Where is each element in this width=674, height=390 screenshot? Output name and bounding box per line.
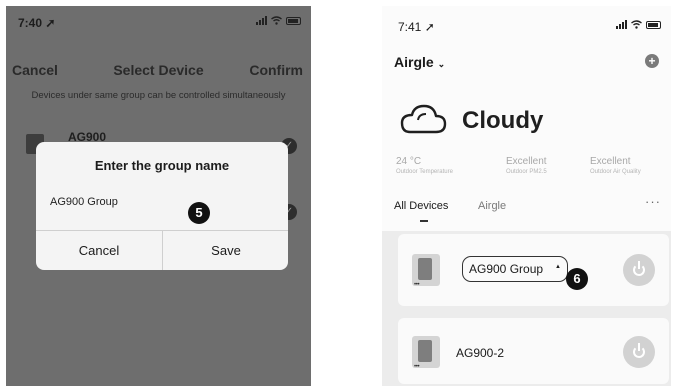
- navigation-arrow-icon: ➚: [424, 20, 435, 34]
- device-name-highlight: AG900 Group ▲: [462, 256, 568, 282]
- navigation-arrow-icon: ➚: [45, 16, 56, 30]
- dialog-title: Enter the group name: [94, 158, 230, 173]
- dropdown-chevron-icon: ⌄: [437, 59, 446, 69]
- power-icon[interactable]: [623, 336, 655, 368]
- air-purifier-icon: [412, 254, 440, 288]
- nav-bar: Cancel Select Device Confirm: [6, 56, 311, 84]
- add-icon[interactable]: +: [645, 54, 659, 68]
- wifi-icon: [631, 20, 642, 29]
- metric-temperature: 24 °C Outdoor Temperature: [396, 156, 453, 175]
- weather-condition: Cloudy: [462, 107, 544, 134]
- cellular-signal-icon: [256, 16, 267, 25]
- battery-icon: [286, 17, 301, 25]
- metric-label: Outdoor Temperature: [396, 169, 453, 175]
- cellular-signal-icon: [616, 20, 627, 29]
- status-bar: 7:40 ➚: [6, 6, 311, 34]
- dialog-save-button[interactable]: Save: [163, 231, 289, 270]
- tab-airgle[interactable]: Airgle: [478, 200, 506, 212]
- status-bar: 7:41 ➚: [382, 6, 671, 34]
- metric-label: Outdoor PM2.5: [506, 169, 547, 175]
- metric-pm25: Excellent Outdoor PM2.5: [506, 156, 547, 175]
- metric-air-quality: Excellent Outdoor Air Quality: [590, 156, 641, 175]
- wifi-icon: [271, 16, 282, 25]
- battery-icon: [646, 21, 661, 29]
- metric-label: Outdoor Air Quality: [590, 169, 641, 175]
- dialog-cancel-button[interactable]: Cancel: [36, 231, 162, 270]
- tab-all-devices[interactable]: All Devices: [394, 200, 448, 222]
- status-time: 7:41 ➚: [398, 20, 435, 34]
- device-card[interactable]: AG900-2: [398, 318, 669, 384]
- left-phone-screen: 7:40 ➚ Cancel Select Device Confirm Devi…: [6, 6, 311, 386]
- group-name-input[interactable]: [46, 190, 278, 214]
- status-time: 7:40 ➚: [18, 16, 56, 30]
- device-name: AG900 Group: [469, 262, 544, 276]
- air-purifier-icon: [412, 336, 440, 370]
- confirm-button[interactable]: Confirm: [249, 62, 303, 78]
- device-card[interactable]: AG900 Group ▲ 6: [398, 234, 669, 306]
- metric-value: Excellent: [590, 156, 631, 167]
- home-selector[interactable]: Airgle ⌄: [394, 54, 445, 70]
- power-icon[interactable]: [623, 254, 655, 286]
- step-marker-5: 5: [188, 202, 210, 224]
- right-phone-screen: 7:41 ➚ Airgle ⌄ + Cloudy 24 °C Outdoor T…: [382, 6, 671, 386]
- device-name: AG900-2: [456, 346, 505, 360]
- step-marker-6: 6: [566, 268, 588, 290]
- group-hint-text: Devices under same group can be controll…: [31, 90, 286, 101]
- more-icon[interactable]: ···: [645, 194, 661, 209]
- dropdown-chevron-icon: ▲: [555, 264, 561, 270]
- cloud-icon: [400, 104, 447, 134]
- group-name-dialog: Enter the group name Cancel Save: [36, 142, 288, 270]
- metric-value: 24 °C: [396, 156, 422, 167]
- metric-value: Excellent: [506, 156, 547, 167]
